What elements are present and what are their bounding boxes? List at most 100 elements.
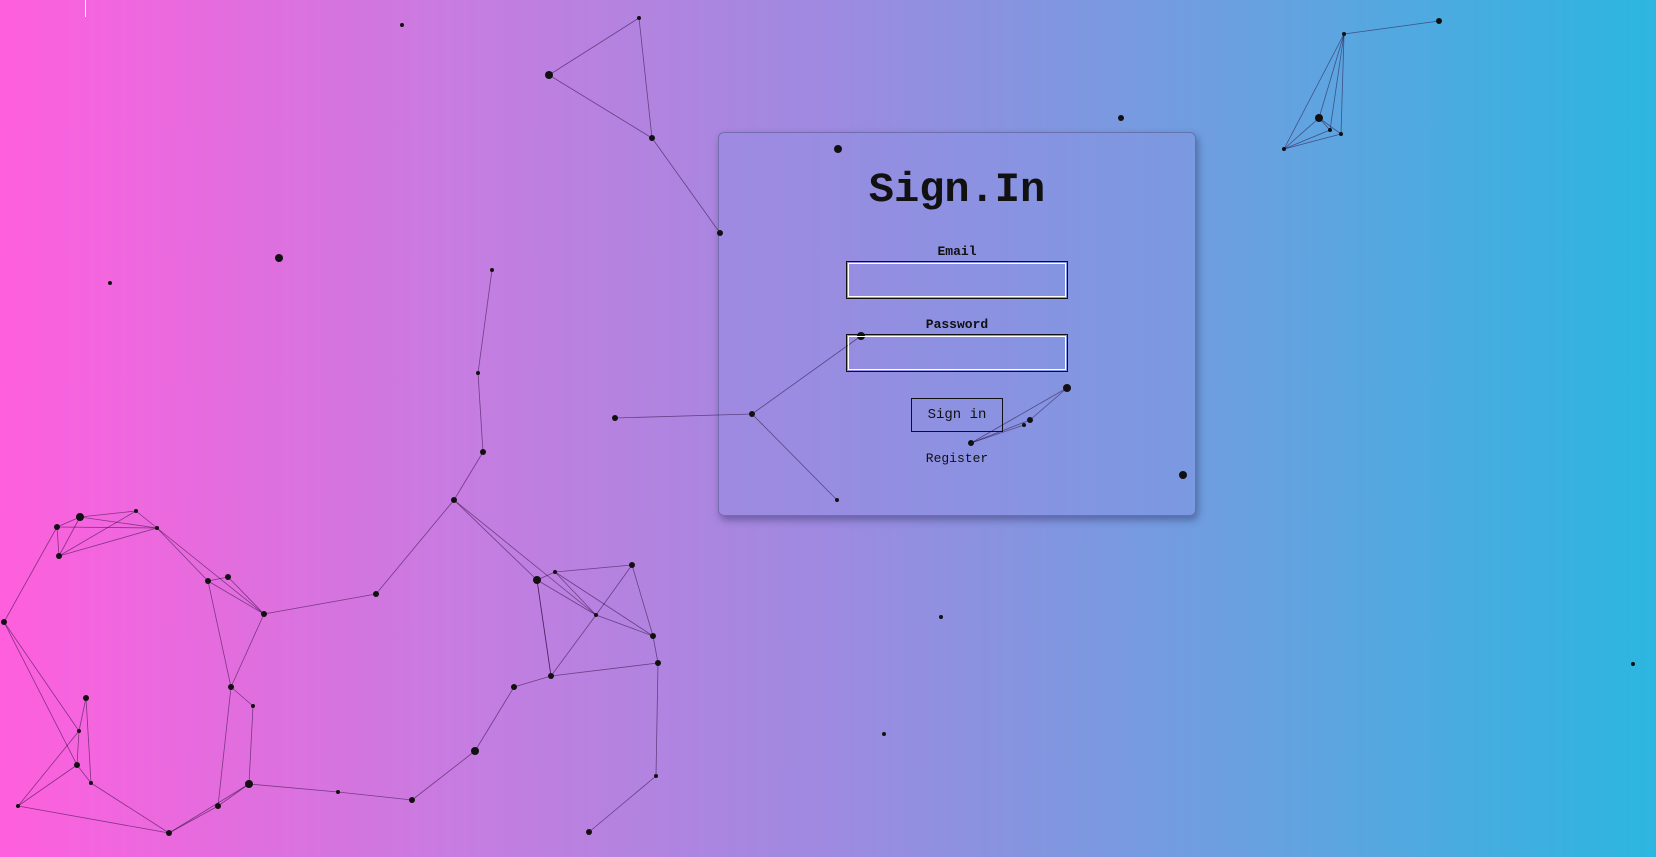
network-node: [245, 780, 253, 788]
network-node: [545, 71, 553, 79]
network-link: [536, 571, 556, 581]
network-node: [166, 830, 172, 836]
network-node: [1631, 662, 1635, 666]
network-link: [263, 593, 377, 615]
network-link: [536, 579, 597, 616]
network-node: [400, 23, 404, 27]
network-link: [477, 372, 484, 453]
network-node: [1436, 18, 1442, 24]
network-link: [156, 527, 265, 615]
network-node: [1118, 115, 1124, 121]
network-link: [58, 510, 137, 557]
network-link: [58, 516, 81, 557]
network-link: [230, 613, 265, 688]
network-node: [650, 633, 656, 639]
network-link: [548, 17, 640, 76]
network-link: [655, 662, 659, 777]
network-node: [134, 509, 138, 513]
network-link: [554, 571, 597, 616]
network-link: [248, 783, 339, 793]
network-node: [533, 576, 541, 584]
network-link: [554, 571, 654, 637]
network-link: [550, 662, 659, 677]
network-node: [228, 684, 234, 690]
network-link: [638, 17, 653, 139]
network-link: [227, 576, 265, 615]
network-node: [336, 790, 340, 794]
network-link: [207, 580, 232, 688]
network-link: [78, 697, 87, 732]
network-link: [595, 614, 654, 637]
network-link: [652, 635, 659, 664]
network-link: [1283, 33, 1345, 150]
network-node: [409, 797, 415, 803]
network-link: [1343, 20, 1440, 35]
network-link: [536, 579, 552, 677]
network-link: [135, 510, 158, 529]
network-node: [251, 704, 255, 708]
network-node: [215, 803, 221, 809]
network-link: [554, 564, 633, 573]
email-field[interactable]: [846, 261, 1068, 299]
network-link: [474, 686, 515, 752]
network-node: [476, 371, 480, 375]
network-node: [77, 729, 81, 733]
network-node: [56, 553, 62, 559]
network-link: [156, 527, 209, 582]
network-link: [337, 791, 413, 801]
network-link: [168, 805, 219, 834]
network-link: [17, 730, 80, 807]
network-link: [3, 621, 78, 766]
network-link: [207, 576, 229, 582]
network-link: [375, 499, 455, 595]
network-node: [480, 449, 486, 455]
network-node: [54, 524, 60, 530]
network-link: [17, 805, 170, 834]
network-link: [79, 516, 158, 529]
network-link: [76, 764, 92, 784]
network-node: [594, 613, 598, 617]
network-link: [548, 74, 653, 139]
network-node: [637, 16, 641, 20]
network-node: [629, 562, 635, 568]
network-node: [553, 570, 557, 574]
network-link: [56, 526, 158, 529]
network-node: [451, 497, 457, 503]
network-link: [58, 527, 158, 557]
network-node: [471, 747, 479, 755]
network-node: [1282, 147, 1286, 151]
network-link: [453, 499, 597, 616]
signin-button[interactable]: Sign in: [911, 398, 1003, 432]
password-field[interactable]: [846, 334, 1068, 372]
network-link: [248, 705, 254, 785]
network-link: [595, 564, 633, 616]
network-node: [373, 591, 379, 597]
network-node: [1342, 32, 1346, 36]
network-node: [275, 254, 283, 262]
network-node: [1328, 128, 1332, 132]
network-link: [1318, 117, 1342, 135]
network-node: [490, 268, 494, 272]
network-link: [453, 499, 538, 581]
network-node: [83, 695, 89, 701]
network-node: [548, 673, 554, 679]
text-cursor: [85, 0, 86, 17]
network-link: [1283, 117, 1320, 150]
network-link: [477, 269, 493, 374]
network-link: [1340, 33, 1345, 135]
network-link: [651, 137, 721, 234]
network-node: [654, 774, 658, 778]
network-node: [511, 684, 517, 690]
network-link: [513, 675, 552, 688]
network-node: [1, 619, 7, 625]
register-link[interactable]: Register: [718, 451, 1196, 466]
network-node: [205, 578, 211, 584]
network-link: [1283, 133, 1342, 150]
network-link: [207, 580, 265, 615]
network-node: [76, 513, 84, 521]
network-link: [411, 750, 476, 801]
network-link: [536, 579, 552, 677]
network-link: [3, 526, 58, 623]
network-link: [56, 516, 81, 528]
network-link: [1318, 117, 1331, 131]
